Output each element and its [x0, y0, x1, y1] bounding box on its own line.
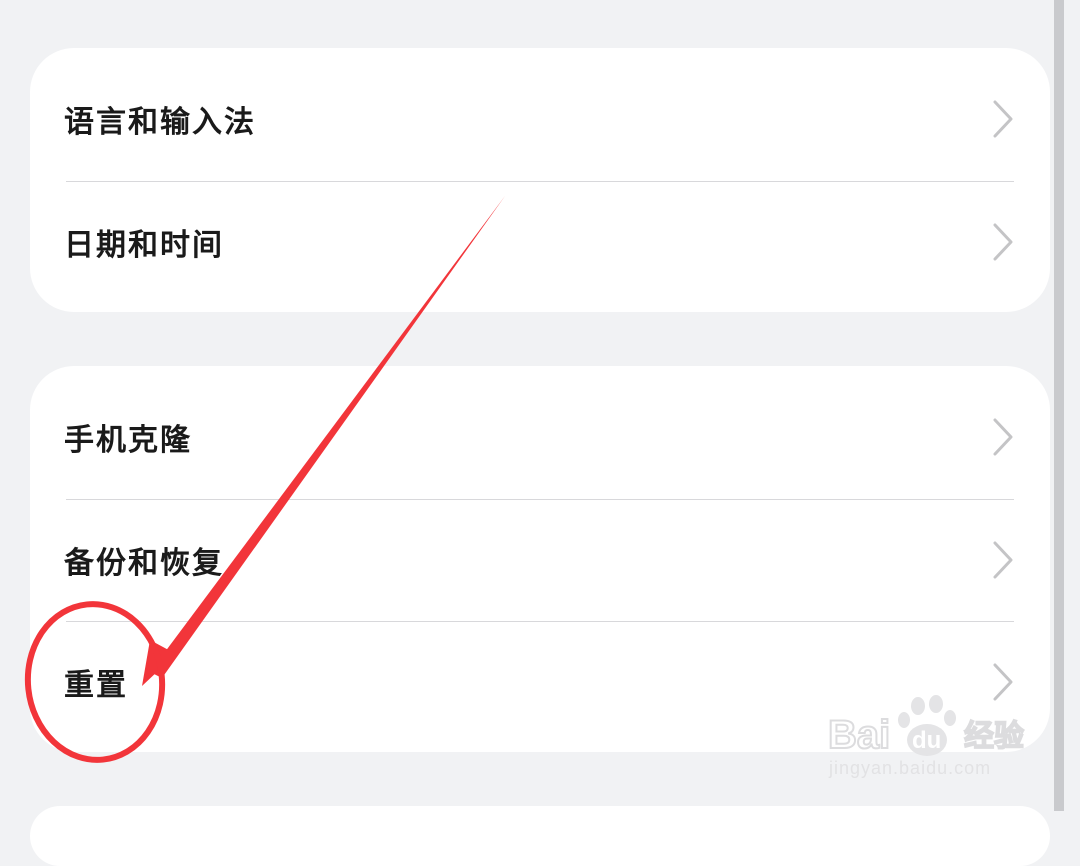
- svg-text:经验: 经验: [964, 719, 1024, 754]
- settings-group-3: [30, 806, 1050, 866]
- red-circle: [24, 601, 166, 763]
- red-arrow-shaft: [150, 196, 505, 678]
- svg-text:Bai: Bai: [828, 713, 890, 757]
- svg-text:du: du: [912, 727, 941, 754]
- watermark-url: jingyan.baidu.com: [829, 758, 992, 778]
